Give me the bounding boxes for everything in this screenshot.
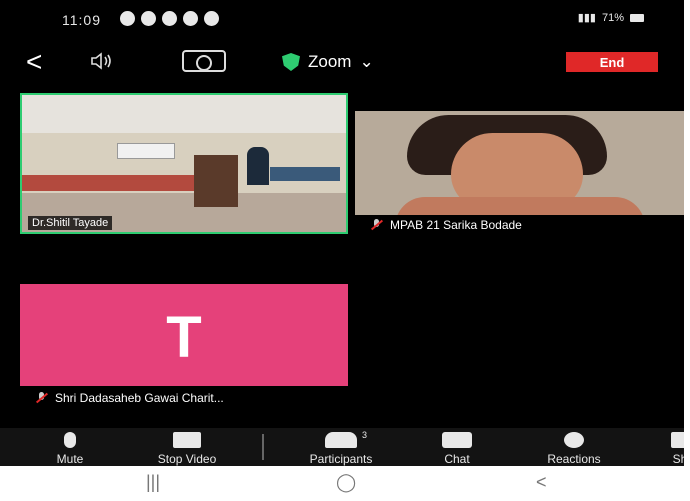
video-feed	[355, 111, 684, 215]
end-meeting-button[interactable]: End	[566, 52, 658, 72]
notification-icon	[141, 11, 156, 26]
status-bar: 11:09 ▮▮▮ 71%	[0, 8, 684, 34]
battery-text: 71%	[601, 11, 624, 24]
projector-screen	[117, 143, 175, 159]
participants-button[interactable]: 3 Participants	[282, 430, 400, 466]
nav-back-button[interactable]: <	[536, 472, 547, 493]
back-button[interactable]: <	[26, 46, 42, 78]
notification-icon	[204, 11, 219, 26]
notification-icons	[120, 11, 219, 26]
meeting-title: Zoom	[308, 52, 352, 71]
participant-name-tag: Dr.Shitil Tayade	[28, 216, 113, 230]
video-tile-avatar[interactable]: T	[20, 284, 348, 386]
telegram-icon	[120, 11, 135, 26]
battery-icon	[630, 13, 644, 22]
system-icons: ▮▮▮ 71%	[578, 11, 644, 24]
notification-icon	[162, 11, 177, 26]
reactions-icon	[564, 432, 584, 448]
share-screen-icon	[671, 432, 684, 448]
meeting-info[interactable]: Zoom ⌄	[282, 52, 374, 72]
switch-camera-icon[interactable]	[182, 50, 226, 72]
home-button[interactable]: ◯	[336, 472, 356, 493]
video-tile-active-speaker[interactable]: Dr.Shitil Tayade	[20, 93, 348, 234]
notification-icon	[183, 11, 198, 26]
chat-icon	[442, 432, 472, 448]
system-nav-bar: ||| ◯ <	[0, 466, 684, 501]
mic-muted-icon	[370, 218, 384, 232]
signal-icon: ▮▮▮	[577, 12, 596, 24]
video-camera-icon	[173, 432, 201, 448]
participant-count: 3	[361, 430, 367, 440]
participants-icon: 3	[325, 430, 367, 448]
secure-shield-icon	[282, 53, 300, 71]
chat-button[interactable]: Chat	[428, 432, 486, 466]
participant-label: Shri Dadasaheb Gawai Charit...	[35, 391, 224, 405]
divider	[262, 434, 264, 460]
participant-name: Shri Dadasaheb Gawai Charit...	[55, 391, 224, 405]
share-button[interactable]: Sh	[660, 432, 684, 466]
avatar-initial: T	[166, 305, 202, 370]
reactions-button[interactable]: Reactions	[524, 432, 624, 466]
speaker-icon[interactable]	[90, 52, 114, 70]
microphone-icon	[64, 432, 76, 448]
speaker-figure	[247, 147, 269, 185]
stop-video-button[interactable]: Stop Video	[132, 432, 242, 466]
meeting-controls: Mute Stop Video 3 Participants Chat Reac…	[0, 428, 684, 466]
mic-muted-icon	[35, 391, 49, 405]
zoom-meeting-screen: 11:09 ▮▮▮ 71% < Zoom ⌄ End Dr.Shitil Tay…	[0, 0, 684, 501]
video-feed	[22, 95, 346, 232]
video-tile-participant[interactable]	[355, 111, 684, 215]
recent-apps-button[interactable]: |||	[146, 472, 160, 493]
podium	[194, 155, 238, 207]
participant-label: MPAB 21 Sarika Bodade	[370, 218, 522, 232]
screen-edge	[684, 0, 690, 501]
meeting-toolbar: < Zoom ⌄ End	[0, 44, 684, 80]
chevron-down-icon: ⌄	[359, 52, 374, 71]
status-time: 11:09	[62, 12, 101, 28]
participant-name: MPAB 21 Sarika Bodade	[390, 218, 522, 232]
mute-button[interactable]: Mute	[44, 432, 96, 466]
